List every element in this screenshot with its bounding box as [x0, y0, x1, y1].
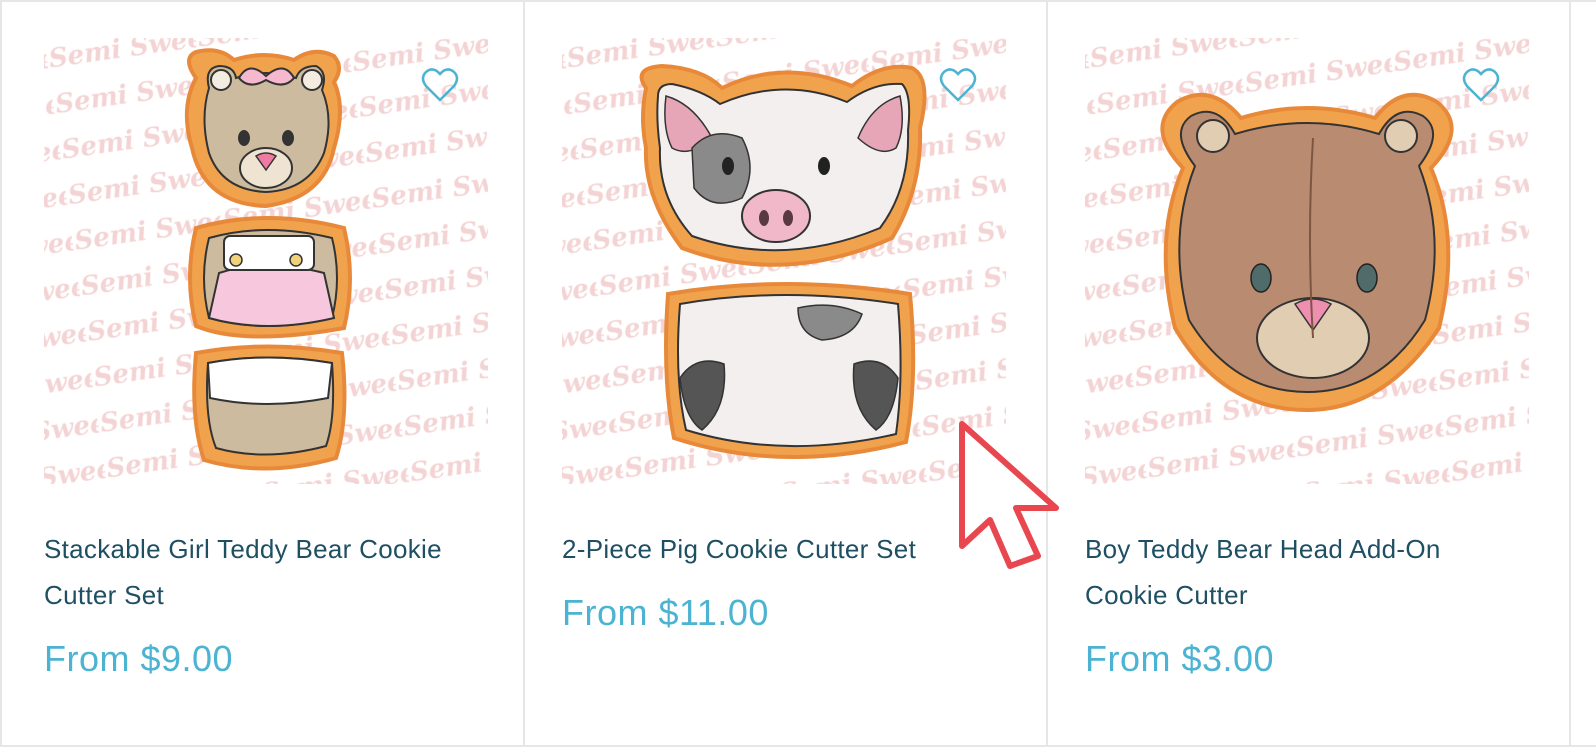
product-price: From $3.00 — [1085, 638, 1275, 679]
product-card[interactable]: Stackable Girl Teddy Bear Cookie Cutter … — [0, 2, 525, 745]
product-image-boy-teddy-bear[interactable] — [1085, 38, 1529, 484]
product-price: From $11.00 — [562, 592, 769, 633]
product-card[interactable]: 2-Piece Pig Cookie Cutter Set From $11.0… — [525, 2, 1048, 745]
product-card[interactable]: Boy Teddy Bear Head Add-On Cookie Cutter… — [1048, 2, 1571, 745]
pig-illustration — [639, 63, 927, 459]
product-image-pig[interactable] — [562, 38, 1006, 484]
product-title[interactable]: Boy Teddy Bear Head Add-On Cookie Cutter — [1085, 526, 1525, 618]
wishlist-heart-icon[interactable] — [420, 66, 460, 104]
product-title[interactable]: Stackable Girl Teddy Bear Cookie Cutter … — [44, 526, 484, 618]
wishlist-heart-icon[interactable] — [938, 66, 978, 104]
girl-teddy-bear-illustration — [184, 48, 352, 471]
boy-teddy-bear-illustration — [1160, 92, 1454, 413]
product-title[interactable]: 2-Piece Pig Cookie Cutter Set — [562, 526, 1002, 572]
wishlist-heart-icon[interactable] — [1461, 66, 1501, 104]
product-price: From $9.00 — [44, 638, 234, 679]
product-grid: Stackable Girl Teddy Bear Cookie Cutter … — [0, 0, 1596, 747]
product-image-girl-teddy-bear[interactable] — [44, 38, 488, 484]
